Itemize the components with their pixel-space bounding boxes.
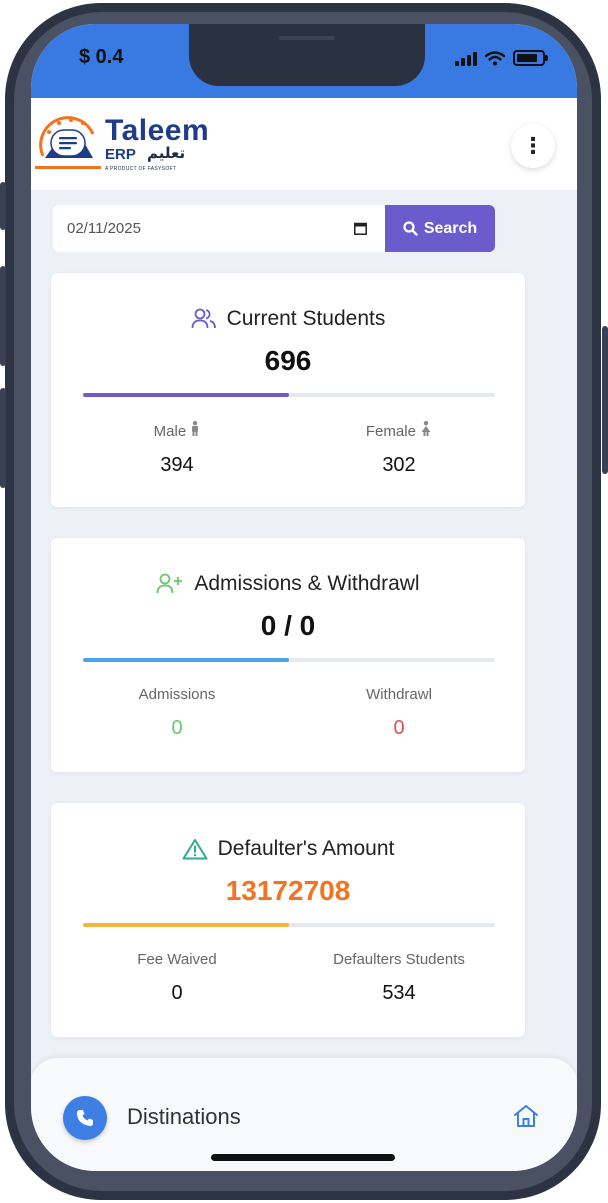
withdrawl-count: 0 — [393, 717, 405, 739]
search-button-label: Search — [423, 219, 478, 237]
power-button — [602, 326, 608, 474]
users-icon — [191, 308, 216, 329]
more-menu-button[interactable]: ⋮ — [511, 124, 555, 168]
logo-arabic: تعليم — [147, 145, 186, 162]
card-header: Current Students — [51, 307, 525, 331]
logo-erp: ERP — [105, 146, 136, 163]
admissions-withdrawl-card[interactable]: Admissions & Withdrawl 0 / 0 Admissions … — [51, 538, 525, 772]
progress-bar — [83, 658, 495, 662]
progress-fill — [83, 658, 289, 662]
card-title: Defaulter's Amount — [217, 837, 395, 860]
speaker — [279, 36, 335, 40]
stat-label: Defaulters Students — [333, 951, 465, 968]
progress-bar — [83, 393, 495, 397]
volume-down-button — [0, 388, 6, 488]
notch — [189, 24, 425, 86]
home-icon[interactable] — [513, 1104, 539, 1128]
status-time: $ 0.4 — [79, 46, 124, 68]
defaulters-students-count: 534 — [382, 982, 416, 1004]
calendar-icon[interactable] — [354, 222, 367, 235]
card-value: 13172708 — [225, 875, 351, 906]
card-value: 696 — [264, 345, 312, 376]
app-bar: Taleem ERP تعليم A PRODUCT OF FASYSOFT ⋮ — [31, 98, 577, 190]
destinations-label[interactable]: Distinations — [127, 1104, 241, 1130]
fee-waived-count: 0 — [171, 982, 183, 1004]
withdrawl-stat: Withdrawl 0 — [289, 686, 509, 740]
battery-icon — [513, 50, 548, 66]
progress-bar — [83, 923, 495, 927]
logo-title: Taleem — [105, 114, 210, 147]
male-count: 394 — [160, 454, 194, 476]
progress-fill — [83, 923, 289, 927]
male-stat: Male 394 — [67, 421, 287, 477]
card-title: Admissions & Withdrawl — [194, 572, 420, 595]
defaulters-students-stat: Defaulters Students 534 — [289, 951, 509, 1005]
stat-label: Admissions — [138, 686, 216, 703]
card-header: Admissions & Withdrawl — [51, 572, 525, 596]
call-button[interactable] — [63, 1096, 107, 1140]
search-button[interactable]: Search — [385, 205, 495, 252]
app-logo[interactable]: Taleem ERP تعليم A PRODUCT OF FASYSOFT — [33, 110, 209, 180]
card-header: Defaulter's Amount — [51, 837, 525, 861]
stat-label: Fee Waived — [137, 951, 217, 968]
home-indicator — [211, 1154, 395, 1161]
fee-waived-stat: Fee Waived 0 — [67, 951, 287, 1005]
screen: $ 0.4 Taleem ERP تعليم A PRODUCT OF FASY… — [31, 24, 577, 1171]
admissions-count: 0 — [171, 717, 183, 739]
logo-badge-icon — [35, 116, 101, 169]
stat-label: Male — [67, 421, 287, 440]
volume-up-button — [0, 266, 6, 366]
stat-label: Female — [289, 421, 509, 440]
female-stat: Female 302 — [289, 421, 509, 477]
card-title: Current Students — [226, 307, 386, 330]
signal-icon — [455, 52, 477, 66]
phone-icon — [77, 1110, 93, 1126]
alert-triangle-icon — [182, 839, 208, 860]
admissions-stat: Admissions 0 — [67, 686, 287, 740]
progress-fill — [83, 393, 289, 397]
silent-switch — [0, 182, 6, 230]
date-value: 02/11/2025 — [67, 220, 141, 237]
card-value: 0 / 0 — [260, 610, 316, 641]
female-count: 302 — [382, 454, 416, 476]
logo-subtitle: A PRODUCT OF FASYSOFT — [105, 166, 177, 172]
date-search-bar: 02/11/2025 Search — [53, 205, 495, 252]
female-icon — [421, 421, 431, 436]
status-icons — [455, 50, 548, 66]
user-plus-icon — [156, 573, 183, 594]
stat-label: Withdrawl — [366, 686, 432, 703]
search-icon — [403, 221, 418, 236]
defaulters-amount-card[interactable]: Defaulter's Amount 13172708 Fee Waived 0… — [51, 803, 525, 1037]
current-students-card[interactable]: Current Students 696 Male 394 Female 302 — [51, 273, 525, 507]
status-bar: $ 0.4 — [31, 24, 577, 98]
date-input[interactable]: 02/11/2025 — [53, 205, 385, 252]
male-icon — [192, 421, 199, 436]
more-vertical-icon: ⋮ — [522, 133, 544, 158]
wifi-icon — [485, 51, 505, 66]
